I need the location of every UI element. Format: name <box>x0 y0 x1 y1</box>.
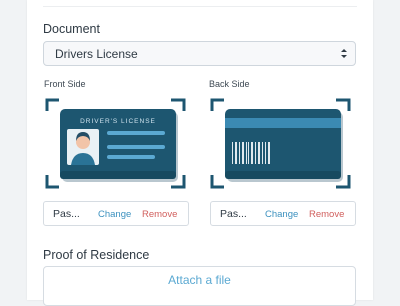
back-file-name: Pas... <box>220 208 247 220</box>
document-type-value: Drivers License <box>55 47 138 61</box>
back-file-row: Pas... Change Remove <box>210 201 356 226</box>
back-remove-link[interactable]: Remove <box>309 209 344 220</box>
card-title-text: DRIVER'S LICENSE <box>80 118 156 125</box>
select-arrows-icon <box>341 49 347 58</box>
document-label: Document <box>43 22 100 36</box>
proof-of-residence-label: Proof of Residence <box>43 248 150 262</box>
back-change-link[interactable]: Change <box>265 209 298 220</box>
front-card-illustration: DRIVER'S LICENSE <box>45 98 186 189</box>
front-side-label: Front Side <box>44 79 86 89</box>
front-file-row: Pas... Change Remove <box>43 201 189 226</box>
back-side-label: Back Side <box>209 79 250 89</box>
attach-file-button[interactable]: Attach a file <box>43 266 356 306</box>
back-card-illustration <box>210 98 351 189</box>
front-side-upload-area[interactable]: DRIVER'S LICENSE <box>45 97 189 189</box>
front-remove-link[interactable]: Remove <box>142 209 177 220</box>
divider <box>43 6 357 7</box>
attach-file-label: Attach a file <box>168 273 231 287</box>
front-change-link[interactable]: Change <box>98 209 131 220</box>
back-side-upload-area[interactable] <box>210 97 354 189</box>
document-type-select[interactable]: Drivers License <box>43 41 356 66</box>
upload-form-card: Document Drivers License Front Side DRIV… <box>27 0 373 306</box>
front-file-name: Pas... <box>53 208 80 220</box>
